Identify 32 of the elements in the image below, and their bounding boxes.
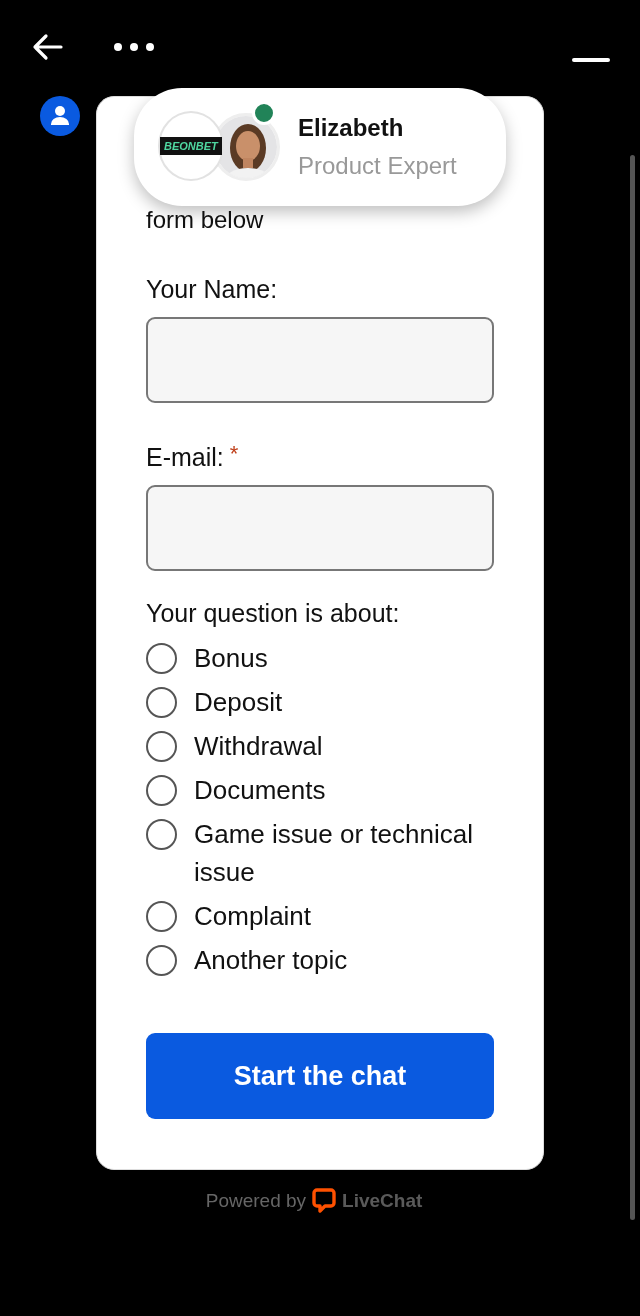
radio-button[interactable] [146, 901, 177, 932]
option-label[interactable]: Complaint [194, 897, 494, 935]
radio-button[interactable] [146, 687, 177, 718]
brand-logo: BEONBET [158, 111, 224, 181]
intro-text: form below [146, 205, 265, 235]
radio-button[interactable] [146, 945, 177, 976]
input-field[interactable] [146, 317, 494, 403]
radio-button[interactable] [146, 819, 177, 850]
question-label: Your question is about: [146, 598, 401, 629]
scrollbar[interactable] [630, 155, 635, 1220]
chat-bubble-icon [312, 1188, 337, 1214]
user-avatar-icon [40, 96, 80, 136]
option-label[interactable]: Deposit [194, 683, 494, 721]
option-label[interactable]: Game issue or technical issue [194, 815, 494, 891]
radio-button[interactable] [146, 731, 177, 762]
more-icon[interactable] [113, 42, 155, 52]
minimize-icon[interactable] [572, 58, 610, 62]
option-label[interactable]: Bonus [194, 639, 494, 677]
radio-button[interactable] [146, 643, 177, 674]
option-label[interactable]: Documents [194, 771, 494, 809]
required-mark: * [229, 441, 239, 468]
field-label: Your Name: [146, 274, 278, 305]
input-field[interactable] [146, 485, 494, 571]
option-label[interactable]: Another topic [194, 941, 494, 979]
agent-role: Product Expert [298, 152, 457, 180]
back-icon[interactable] [31, 33, 63, 61]
powered-by-text: Powered by [205, 1190, 307, 1212]
start-chat-button[interactable]: Start the chat [146, 1033, 494, 1119]
field-label: E-mail: [146, 442, 224, 473]
option-label[interactable]: Withdrawal [194, 727, 494, 765]
agent-name: Elizabeth [298, 114, 405, 142]
radio-button[interactable] [146, 775, 177, 806]
